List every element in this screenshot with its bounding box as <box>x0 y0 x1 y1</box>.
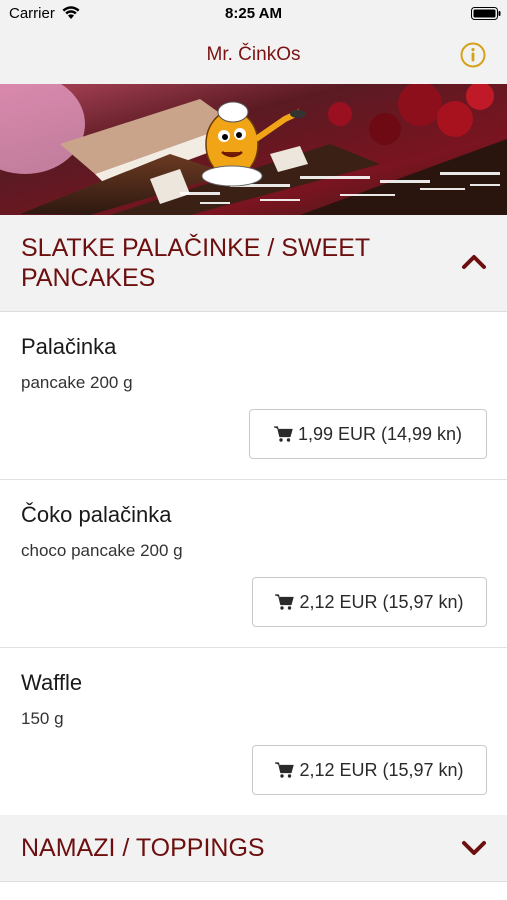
banner-photo <box>0 84 507 215</box>
chevron-down-icon[interactable] <box>461 840 487 858</box>
battery-icon <box>471 7 501 20</box>
item-name: Čoko palačinka <box>21 502 172 527</box>
item-name: Waffle <box>21 670 83 695</box>
item-name: Palačinka <box>21 334 117 359</box>
status-bar: Carrier 8:25 AM <box>0 0 507 26</box>
item-description: pancake 200 g <box>21 373 133 392</box>
cart-icon <box>275 762 295 778</box>
status-time: 8:25 AM <box>225 5 282 22</box>
add-to-cart-button[interactable]: 2,12 EUR (15,97 kn) <box>252 745 487 795</box>
item-description: 150 g <box>21 709 64 728</box>
cart-icon <box>275 594 295 610</box>
menu-item: Waffle 150 g 2,12 EUR (15,97 kn) <box>0 648 507 816</box>
category-title: NAMAZI / TOPPINGS <box>21 834 265 862</box>
banner-image <box>0 84 507 215</box>
chevron-up-icon[interactable] <box>461 252 487 270</box>
item-description: choco pancake 200 g <box>21 541 183 560</box>
info-icon[interactable] <box>460 42 486 68</box>
menu-item: Palačinka pancake 200 g 1,99 EUR (14,99 … <box>0 312 507 480</box>
menu-item: Čoko palačinka choco pancake 200 g 2,12 … <box>0 480 507 648</box>
category-title: SLATKE PALAČINKE / SWEET PANCAKES <box>21 234 370 292</box>
category-header-toppings[interactable]: NAMAZI / TOPPINGS <box>0 815 507 882</box>
price-label: 2,12 EUR (15,97 kn) <box>299 591 464 612</box>
category-header-sweet-pancakes[interactable]: SLATKE PALAČINKE / SWEET PANCAKES <box>0 215 507 312</box>
app-title: Mr. ČinkOs <box>206 44 301 65</box>
cart-icon <box>273 426 293 442</box>
price-label: 1,99 EUR (14,99 kn) <box>297 423 463 444</box>
add-to-cart-button[interactable]: 1,99 EUR (14,99 kn) <box>249 409 487 459</box>
price-label: 2,12 EUR (15,97 kn) <box>299 759 464 780</box>
add-to-cart-button[interactable]: 2,12 EUR (15,97 kn) <box>252 577 487 627</box>
navigation-bar: Mr. ČinkOs <box>0 26 507 84</box>
